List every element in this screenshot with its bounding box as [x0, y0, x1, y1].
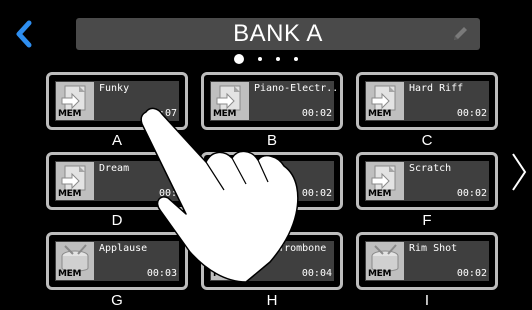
page-dot: [294, 57, 298, 61]
pad-c[interactable]: MEM Hard Riff 00:02 C: [356, 72, 498, 150]
pad-duration: 00:02: [301, 188, 332, 199]
mem-badge: MEM: [58, 109, 82, 119]
pad-letter: A: [111, 132, 122, 149]
mem-badge: MEM: [213, 269, 237, 279]
mem-badge: MEM: [368, 109, 392, 119]
file-import-icon: MEM: [56, 82, 94, 120]
bank-title: BANK A: [233, 20, 323, 47]
pad-letter: E: [266, 212, 277, 229]
pad-g[interactable]: MEM Applause 00:03 G: [46, 232, 188, 310]
mem-badge: MEM: [368, 189, 392, 199]
pad-duration: 00:02: [456, 268, 487, 279]
pad-button[interactable]: MEM Applause 00:03: [46, 232, 188, 290]
pad-button[interactable]: MEM Funky 00:07: [46, 72, 188, 130]
pad-duration: 00:04: [301, 268, 332, 279]
mem-badge: MEM: [58, 269, 82, 279]
pad-e[interactable]: MEM Jazz 00:02 E: [201, 152, 343, 230]
pad-letter: G: [111, 292, 123, 309]
pad-h[interactable]: MEM Sad Trombone 00:04 H: [201, 232, 343, 310]
pad-duration: 00:02: [456, 188, 487, 199]
pad-display: MEM Rim Shot 00:02: [365, 241, 489, 281]
file-import-icon: MEM: [211, 82, 249, 120]
pad-sample-name: Hard Riff: [409, 83, 464, 94]
chevron-right-icon: [512, 153, 527, 191]
pad-button[interactable]: MEM Hard Riff 00:02: [356, 72, 498, 130]
pad-display: MEM Scratch 00:02: [365, 161, 489, 201]
pad-display: MEM Hard Riff 00:02: [365, 81, 489, 121]
pad-i[interactable]: MEM Rim Shot 00:02 I: [356, 232, 498, 310]
mem-badge: MEM: [213, 109, 237, 119]
pad-sample-name: Sad Trombone: [254, 243, 327, 254]
bank-header[interactable]: BANK A: [76, 18, 480, 50]
page-dot: [276, 57, 280, 61]
page-dot-active: [234, 54, 244, 64]
pad-display: MEM Funky 00:07: [55, 81, 179, 121]
file-import-icon: MEM: [366, 82, 404, 120]
pad-sample-name: Applause: [99, 243, 148, 254]
pad-letter: F: [422, 212, 432, 229]
pad-duration: 00:02: [301, 108, 332, 119]
pad-display: MEM Applause 00:03: [55, 241, 179, 281]
next-page-button[interactable]: [508, 150, 530, 194]
pad-duration: 00:02: [456, 108, 487, 119]
mem-badge: MEM: [213, 189, 237, 199]
pad-duration: 00:: [158, 188, 177, 199]
pad-display: MEM Dream 00:: [55, 161, 179, 201]
pad-sample-name: Jazz: [254, 163, 279, 174]
drum-icon: MEM: [366, 242, 404, 280]
pencil-icon[interactable]: [450, 24, 470, 44]
pad-d[interactable]: MEM Dream 00: D: [46, 152, 188, 230]
file-import-icon: MEM: [366, 162, 404, 200]
pad-display: MEM Sad Trombone 00:04: [210, 241, 334, 281]
file-import-icon: MEM: [211, 162, 249, 200]
pad-letter: C: [421, 132, 433, 149]
file-import-icon: MEM: [56, 162, 94, 200]
pad-duration: 00:03: [146, 268, 177, 279]
pad-f[interactable]: MEM Scratch 00:02 F: [356, 152, 498, 230]
drum-icon: MEM: [56, 242, 94, 280]
pad-button[interactable]: MEM Scratch 00:02: [356, 152, 498, 210]
pad-display: MEM Jazz 00:02: [210, 161, 334, 201]
pad-sample-name: Scratch: [409, 163, 452, 174]
pad-a[interactable]: MEM Funky 00:07 A: [46, 72, 188, 150]
pad-display: MEM Piano-Electr.. 00:02: [210, 81, 338, 121]
pad-letter: I: [424, 292, 430, 309]
pad-sample-name: Funky: [99, 83, 130, 94]
pad-button[interactable]: MEM Jazz 00:02: [201, 152, 343, 210]
mem-badge: MEM: [368, 269, 392, 279]
page-dot: [258, 57, 262, 61]
back-button[interactable]: [10, 18, 38, 50]
pad-letter: B: [266, 132, 277, 149]
pad-button[interactable]: MEM Rim Shot 00:02: [356, 232, 498, 290]
page-indicator: [0, 54, 532, 66]
pad-button[interactable]: MEM Dream 00:: [46, 152, 188, 210]
pad-button[interactable]: MEM Sad Trombone 00:04: [201, 232, 343, 290]
pad-duration: 00:07: [146, 108, 177, 119]
pad-b[interactable]: MEM Piano-Electr.. 00:02 B: [201, 72, 343, 150]
pad-letter: H: [266, 292, 278, 309]
mem-badge: MEM: [58, 189, 82, 199]
pad-sample-name: Piano-Electr..: [254, 83, 339, 94]
chevron-left-icon: [16, 20, 32, 48]
drum-icon: MEM: [211, 242, 249, 280]
pad-sample-name: Dream: [99, 163, 130, 174]
pad-sample-name: Rim Shot: [409, 243, 458, 254]
pad-letter: D: [111, 212, 123, 229]
pad-button[interactable]: MEM Piano-Electr.. 00:02: [201, 72, 343, 130]
